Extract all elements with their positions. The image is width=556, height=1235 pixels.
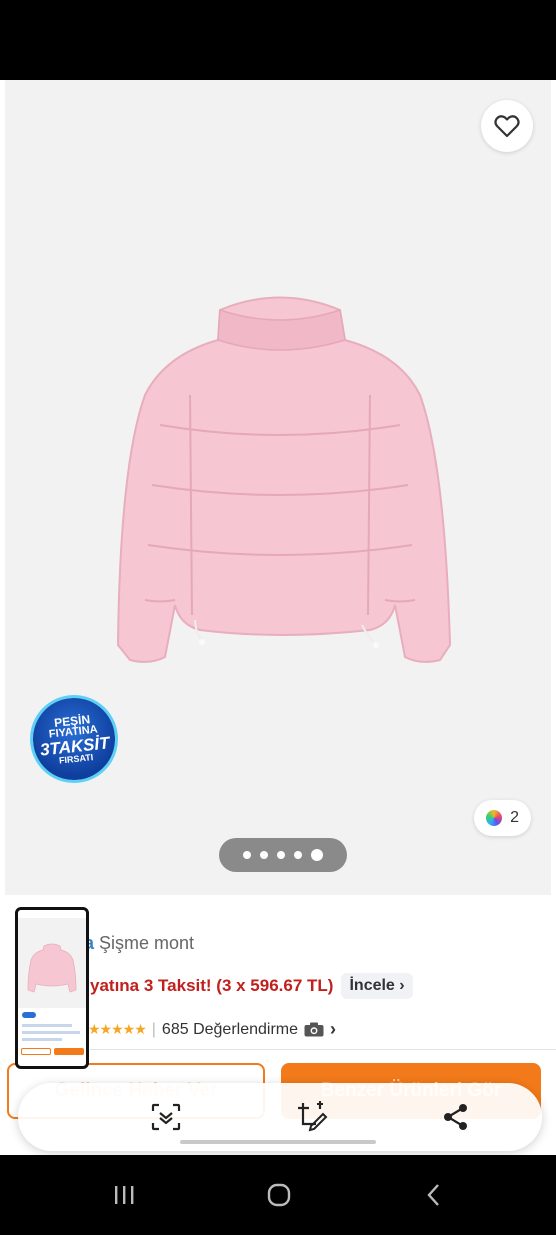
chevron-right-icon: › <box>399 977 405 994</box>
color-count: 2 <box>510 809 519 826</box>
chevron-right-icon: › <box>330 1019 336 1039</box>
recent-apps-button[interactable] <box>102 1173 146 1217</box>
image-pagination[interactable] <box>219 838 347 872</box>
badge-line-4: FIRSATI <box>58 751 94 766</box>
back-icon <box>427 1184 439 1206</box>
thumbnail-text-line <box>22 1038 62 1041</box>
thumbnail-text-line <box>22 1024 72 1027</box>
screenshot-preview-thumbnail[interactable] <box>15 907 89 1069</box>
scan-text-button[interactable] <box>144 1095 188 1139</box>
product-image <box>116 296 452 663</box>
heart-icon <box>494 115 520 138</box>
thumbnail-image <box>18 918 86 1008</box>
installment-promo-text: yatına 3 Taksit! (3 x 596.67 TL) <box>90 976 334 995</box>
page-dot[interactable] <box>260 851 268 859</box>
rating-count: 685 Değerlendirme <box>161 1020 298 1038</box>
home-button[interactable] <box>257 1173 301 1217</box>
product-image-gallery[interactable]: PEŞİN FIYATINA 3TAKSİT FIRSATI 2 <box>5 80 551 895</box>
status-bar <box>0 0 556 80</box>
rating-row[interactable]: ★★★★★ | 685 Değerlendirme › <box>88 1019 336 1040</box>
crop-edit-icon <box>298 1101 328 1132</box>
page-dot[interactable] <box>243 851 251 859</box>
product-name: Şişme mont <box>99 933 195 953</box>
page-dot[interactable] <box>294 851 302 859</box>
favorite-button[interactable] <box>481 100 533 152</box>
divider: | <box>151 1020 156 1038</box>
product-page: PEŞİN FIYATINA 3TAKSİT FIRSATI 2 a Şişme… <box>0 80 556 1155</box>
installment-promo-badge: PEŞİN FIYATINA 3TAKSİT FIRSATI <box>25 690 123 788</box>
back-button[interactable] <box>412 1173 456 1217</box>
divider <box>90 1049 556 1050</box>
gesture-handle <box>180 1140 376 1144</box>
star-rating-icon: ★★★★★ <box>88 1021 147 1037</box>
phone-screen: PEŞİN FIYATINA 3TAKSİT FIRSATI 2 a Şişme… <box>0 0 556 1235</box>
recent-apps-icon <box>115 1186 134 1204</box>
thumbnail-button <box>21 1048 51 1055</box>
thumbnail-text-line <box>22 1031 80 1034</box>
installment-promo-row: yatına 3 Taksit! (3 x 596.67 TL) İncele … <box>90 973 413 999</box>
product-title: a Şişme mont <box>84 933 194 954</box>
page-dot[interactable] <box>277 851 285 859</box>
incele-label: İncele <box>349 977 395 994</box>
thumbnail-button <box>54 1048 84 1055</box>
home-icon <box>267 1183 291 1207</box>
color-palette-icon <box>486 810 503 826</box>
color-options-chip[interactable]: 2 <box>474 800 531 836</box>
share-icon <box>444 1104 467 1130</box>
thumbnail-badge <box>22 1012 36 1018</box>
camera-icon <box>304 1022 324 1037</box>
share-button[interactable] <box>434 1095 478 1139</box>
scan-text-icon <box>151 1103 181 1131</box>
page-dot-active[interactable] <box>311 849 323 861</box>
thumbnail-jacket <box>27 943 77 993</box>
crop-edit-button[interactable] <box>290 1095 334 1139</box>
incele-button[interactable]: İncele › <box>341 973 413 999</box>
system-navigation-bar <box>0 1155 556 1235</box>
